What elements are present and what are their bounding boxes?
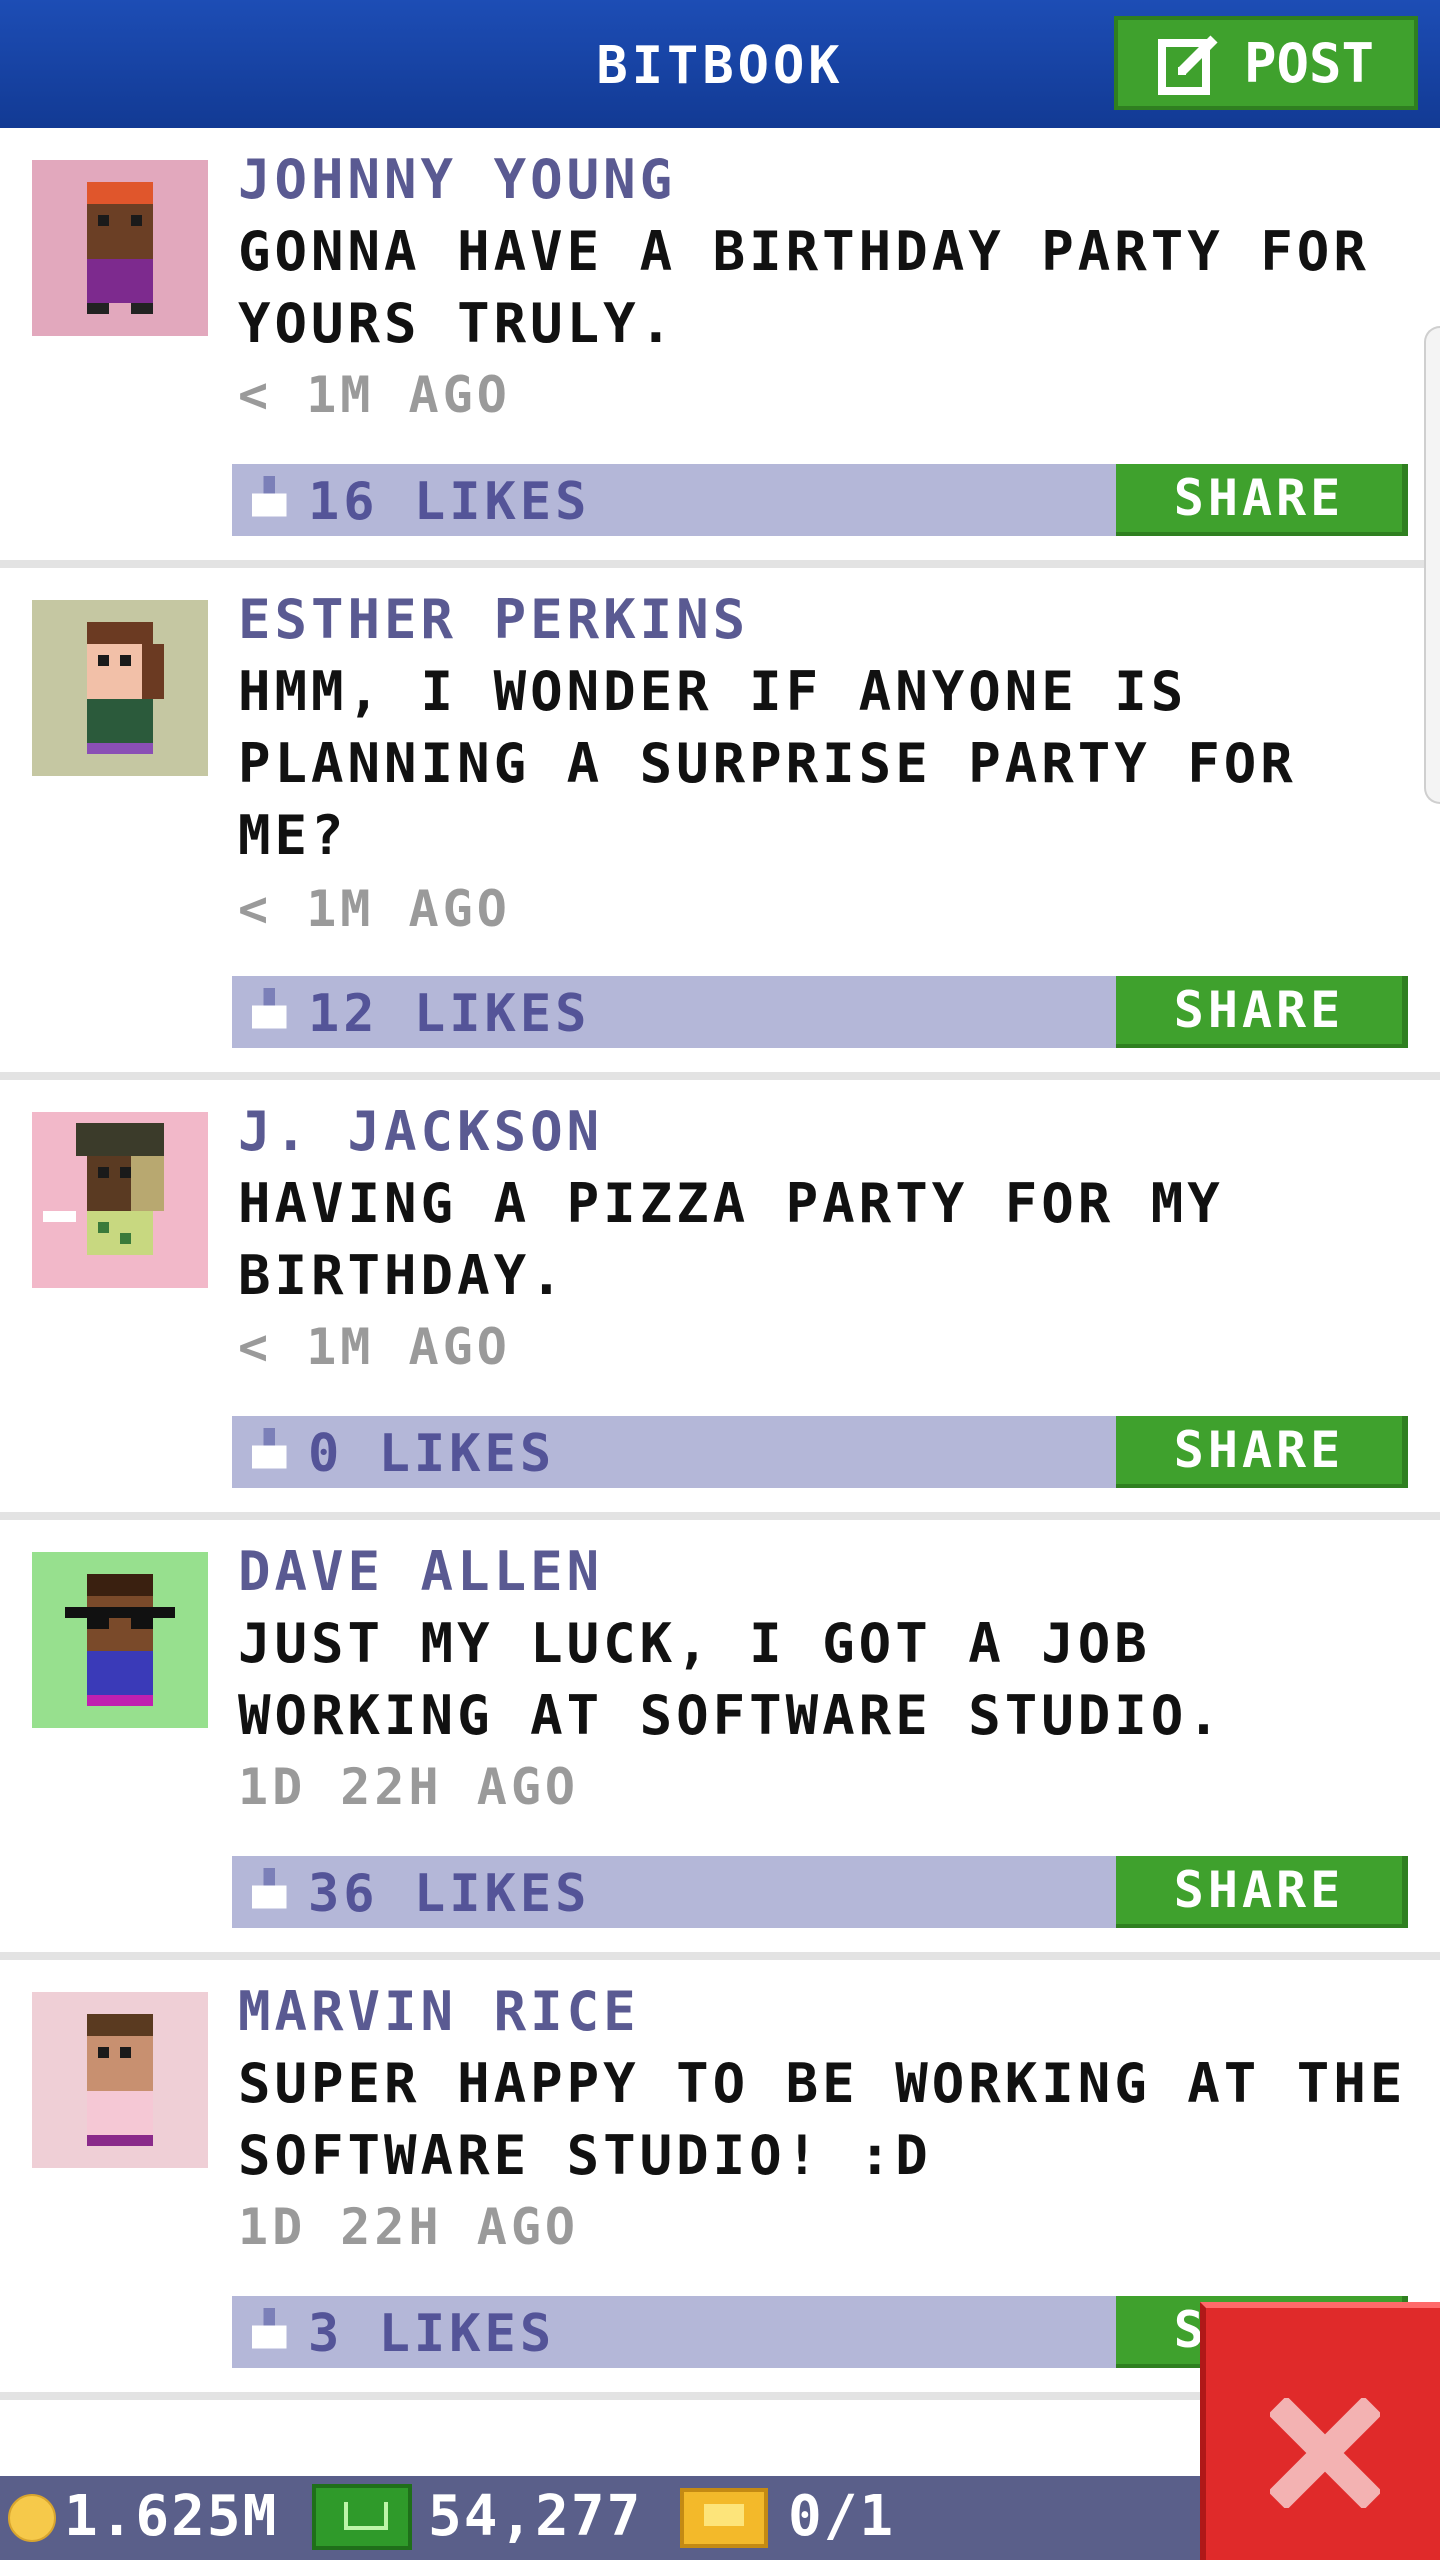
avatar[interactable]: [32, 160, 208, 336]
avatar-image: [32, 1112, 208, 1288]
post-item: J. JACKSON HAVING A PIZZA PARTY FOR MY B…: [0, 1080, 1440, 1520]
likes-count: 0 LIKES: [308, 1424, 556, 1484]
likes-bar: 0 LIKES SHARE: [232, 1416, 1408, 1488]
ticket-count: 0/1: [788, 2484, 896, 2549]
likes-bar: 16 LIKES SHARE: [232, 464, 1408, 536]
likes-bar: 36 LIKES SHARE: [232, 1856, 1408, 1928]
likes-count: 12 LIKES: [308, 984, 591, 1044]
avatar[interactable]: [32, 1112, 208, 1288]
cash-icon: [312, 2484, 412, 2550]
post-time: 1D 22H AGO: [238, 1758, 580, 1816]
avatar[interactable]: [32, 1992, 208, 2168]
scroll-handle[interactable]: [1424, 326, 1440, 804]
thumbs-up-icon[interactable]: [246, 1428, 292, 1474]
likes-count: 16 LIKES: [308, 472, 591, 532]
avatar-image: [32, 160, 208, 336]
share-button[interactable]: SHARE: [1116, 976, 1408, 1048]
ticket-icon: [680, 2488, 768, 2548]
edit-icon: [1157, 35, 1218, 95]
poster-name: DAVE ALLEN: [238, 1540, 604, 1603]
likes-count: 36 LIKES: [308, 1864, 591, 1924]
likes-count: 3 LIKES: [308, 2304, 556, 2364]
post-time: 1D 22H AGO: [238, 2198, 580, 2256]
close-icon: [1270, 2398, 1380, 2508]
coin-balance: 1.625M: [64, 2484, 279, 2549]
post-item: DAVE ALLEN JUST MY LUCK, I GOT A JOB WOR…: [0, 1520, 1440, 1960]
post-time: < 1M AGO: [238, 880, 511, 938]
share-button[interactable]: SHARE: [1116, 1416, 1408, 1488]
poster-name: ESTHER PERKINS: [238, 588, 750, 651]
share-button[interactable]: SHARE: [1116, 1856, 1408, 1928]
app-header: BITBOOK POST: [0, 0, 1440, 130]
avatar[interactable]: [32, 600, 208, 776]
post-item: ESTHER PERKINS HMM, I WONDER IF ANYONE I…: [0, 568, 1440, 1080]
thumbs-up-icon[interactable]: [246, 2308, 292, 2354]
cash-balance: 54,277: [428, 2484, 643, 2549]
share-button[interactable]: SHARE: [1116, 464, 1408, 536]
post-button-label: POST: [1243, 31, 1375, 95]
avatar[interactable]: [32, 1552, 208, 1728]
post-button[interactable]: POST: [1114, 16, 1418, 110]
poster-name: MARVIN RICE: [238, 1980, 640, 2043]
likes-bar: 12 LIKES SHARE: [232, 976, 1408, 1048]
thumbs-up-icon[interactable]: [246, 988, 292, 1034]
post-message: HAVING A PIZZA PARTY FOR MY BIRTHDAY.: [238, 1172, 1224, 1307]
poster-name: J. JACKSON: [238, 1100, 604, 1163]
post-message: HMM, I WONDER IF ANYONE IS PLANNING A SU…: [238, 660, 1297, 867]
avatar-image: [32, 1992, 208, 2168]
post-item: JOHNNY YOUNG GONNA HAVE A BIRTHDAY PARTY…: [0, 128, 1440, 568]
post-message: GONNA HAVE A BIRTHDAY PARTY FOR YOURS TR…: [238, 220, 1370, 355]
post-message: SUPER HAPPY TO BE WORKING AT THE SOFTWAR…: [238, 2052, 1407, 2187]
post-time: < 1M AGO: [238, 1318, 511, 1376]
poster-name: JOHNNY YOUNG: [238, 148, 677, 211]
close-button[interactable]: [1200, 2302, 1440, 2560]
avatar-image: [32, 600, 208, 776]
thumbs-up-icon[interactable]: [246, 1868, 292, 1914]
post-time: < 1M AGO: [238, 366, 511, 424]
post-message: JUST MY LUCK, I GOT A JOB WORKING AT SOF…: [238, 1612, 1224, 1747]
avatar-image: [32, 1552, 208, 1728]
thumbs-up-icon[interactable]: [246, 476, 292, 522]
coin-icon: [8, 2494, 56, 2542]
